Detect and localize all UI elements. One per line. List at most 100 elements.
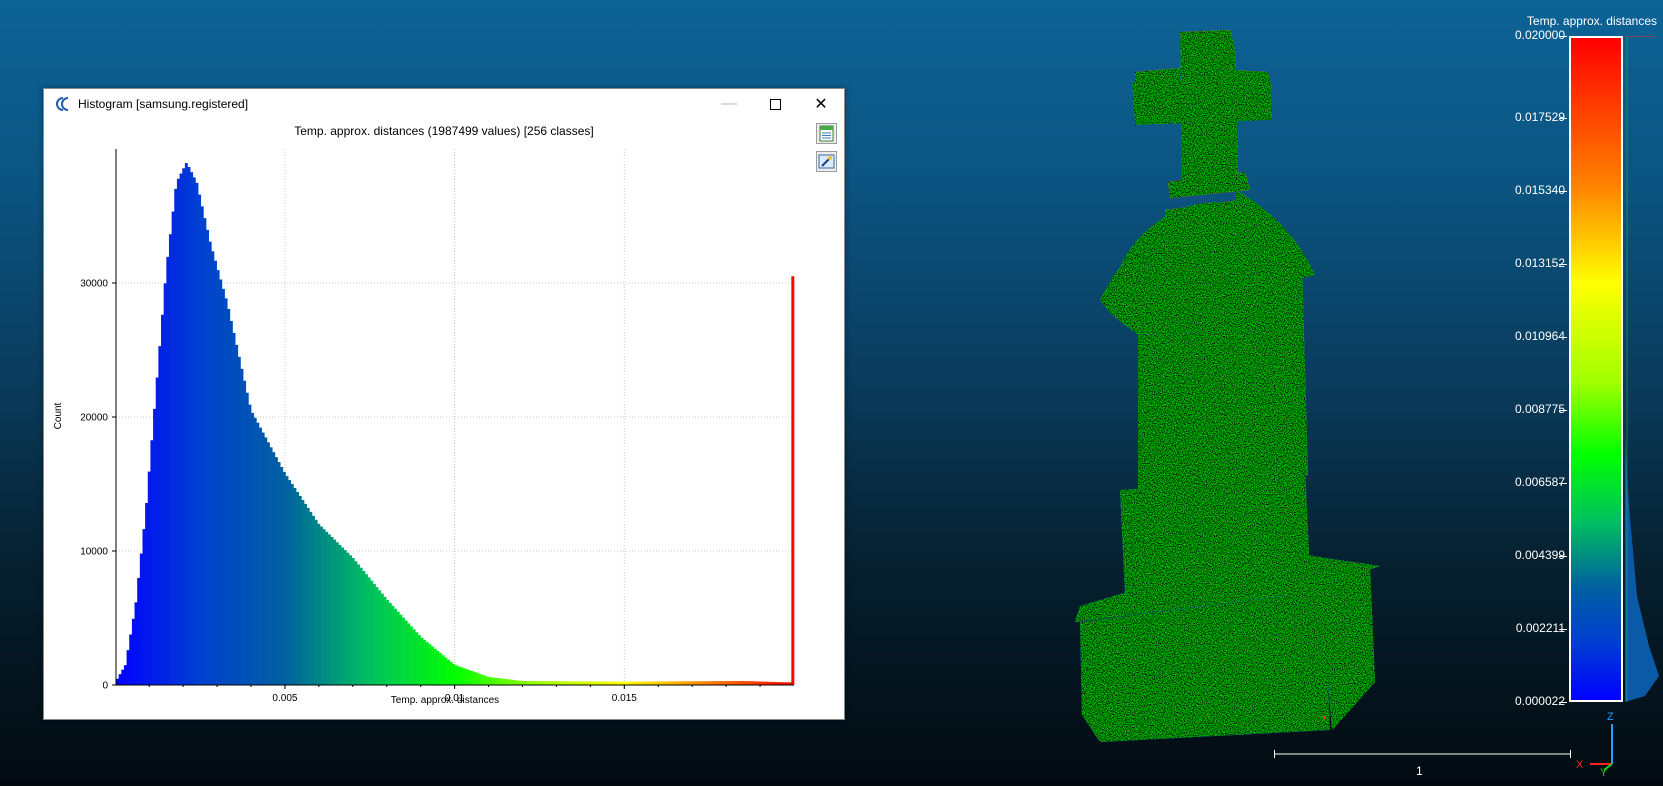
histogram-bar: [253, 417, 257, 685]
histogram-bar: [743, 681, 747, 685]
histogram-bar: [492, 677, 496, 685]
histogram-bar: [460, 667, 464, 685]
histogram-bar: [566, 681, 570, 685]
histogram-bar: [711, 681, 715, 685]
histogram-bar: [613, 681, 617, 685]
histogram-bar: [674, 681, 678, 685]
histogram-bar: [322, 529, 326, 685]
y-axis-label: Count: [53, 402, 64, 429]
histogram-bar: [259, 427, 262, 685]
histogram-bar: [277, 462, 281, 685]
minimize-icon: —: [721, 95, 737, 112]
histogram-bar: [407, 623, 411, 685]
histogram-bar: [624, 681, 628, 685]
minimize-button[interactable]: —: [706, 89, 752, 119]
histogram-bar: [431, 646, 435, 685]
histogram-bar: [304, 503, 307, 685]
histogram-bar: [208, 241, 212, 686]
point-cloud-view[interactable]: [1040, 10, 1460, 770]
histogram-bar: [576, 681, 580, 685]
histogram-bar: [309, 511, 313, 685]
histogram-bar: [280, 466, 284, 685]
histogram-bar: [354, 561, 358, 685]
histogram-bar: [311, 515, 315, 685]
histogram-bar: [235, 344, 239, 685]
histogram-bar: [608, 681, 612, 685]
histogram-bar: [545, 681, 548, 685]
histogram-bar: [129, 634, 133, 685]
histogram-bar: [611, 681, 615, 685]
histogram-bar: [529, 681, 533, 685]
histogram-bar: [505, 679, 509, 685]
color-scale-tick-label: 0.004399: [1514, 548, 1565, 563]
histogram-bar: [643, 681, 646, 685]
color-scale-tick-label: 0.017529: [1514, 110, 1565, 125]
color-scale-tick-label: 0.020000: [1514, 28, 1565, 42]
histogram-bar: [158, 346, 162, 685]
histogram-bar: [232, 332, 236, 685]
close-button[interactable]: ✕: [798, 89, 844, 119]
histogram-bar: [494, 677, 498, 685]
histogram-bar: [349, 555, 353, 685]
histogram-bar: [587, 681, 591, 685]
histogram-bar: [555, 681, 559, 685]
histogram-titlebar[interactable]: Histogram [samsung.registered] — ✕: [44, 89, 844, 119]
histogram-bar: [274, 457, 278, 685]
histogram-bar: [521, 680, 525, 685]
histogram-bar: [256, 422, 260, 685]
histogram-bar: [206, 229, 209, 685]
histogram-bar: [237, 356, 241, 685]
histogram-bar: [388, 602, 392, 685]
histogram-bar: [484, 675, 488, 685]
histogram-window: Histogram [samsung.registered] — ✕ 0.005…: [43, 88, 845, 720]
histogram-bar: [582, 681, 586, 685]
axis-label-x: X: [1576, 759, 1584, 771]
histogram-bar: [510, 679, 514, 685]
histogram-bar: [293, 488, 297, 685]
color-scale-tick: [1559, 410, 1567, 412]
histogram-bar: [462, 668, 466, 685]
histogram-bar: [489, 677, 493, 685]
histogram-bar: [476, 673, 480, 685]
histogram-bar: [627, 681, 631, 685]
histogram-bar: [171, 211, 175, 685]
histogram-bar: [698, 681, 702, 685]
histogram-bar: [632, 681, 636, 685]
histogram-bar: [571, 681, 575, 685]
color-scale-tick: [1559, 337, 1567, 339]
histogram-bar: [301, 499, 305, 685]
histogram-bar: [500, 678, 503, 685]
histogram-bar: [417, 635, 421, 685]
histogram-bar: [748, 681, 752, 685]
histogram-bar: [139, 553, 143, 685]
axis-label-y: Y: [1600, 767, 1608, 776]
histogram-bar: [629, 681, 633, 685]
histogram-bar: [163, 283, 167, 685]
axis-trihedron: Z X Y: [1576, 711, 1614, 776]
color-scale-tick-label: 0.013152: [1514, 256, 1565, 271]
maximize-button[interactable]: [752, 89, 798, 119]
color-scale-tick: [1559, 556, 1567, 558]
color-scale-tick: [1559, 483, 1567, 485]
histogram-bar: [537, 681, 541, 685]
histogram-bar: [137, 577, 141, 685]
histogram-bar: [298, 495, 302, 685]
histogram-bar: [192, 177, 196, 685]
histogram-bar: [428, 644, 432, 685]
histogram-bar: [213, 260, 217, 685]
histogram-bar: [502, 678, 506, 685]
histogram-bar: [727, 681, 731, 685]
histogram-bar: [486, 676, 490, 685]
histogram-bar: [394, 608, 398, 685]
histogram-bar: [539, 681, 543, 685]
color-scale-tick-label: 0.006587: [1514, 475, 1565, 490]
histogram-bar: [470, 671, 474, 685]
histogram-bar: [243, 380, 247, 685]
histogram-bar: [523, 680, 527, 685]
histogram-bar: [690, 681, 694, 685]
color-scale-tick: [1559, 264, 1567, 266]
color-scale-tick-label: 0.015340: [1514, 183, 1565, 198]
histogram-bar: [722, 681, 726, 685]
histogram-bar: [706, 681, 710, 685]
histogram-bar: [444, 657, 448, 685]
